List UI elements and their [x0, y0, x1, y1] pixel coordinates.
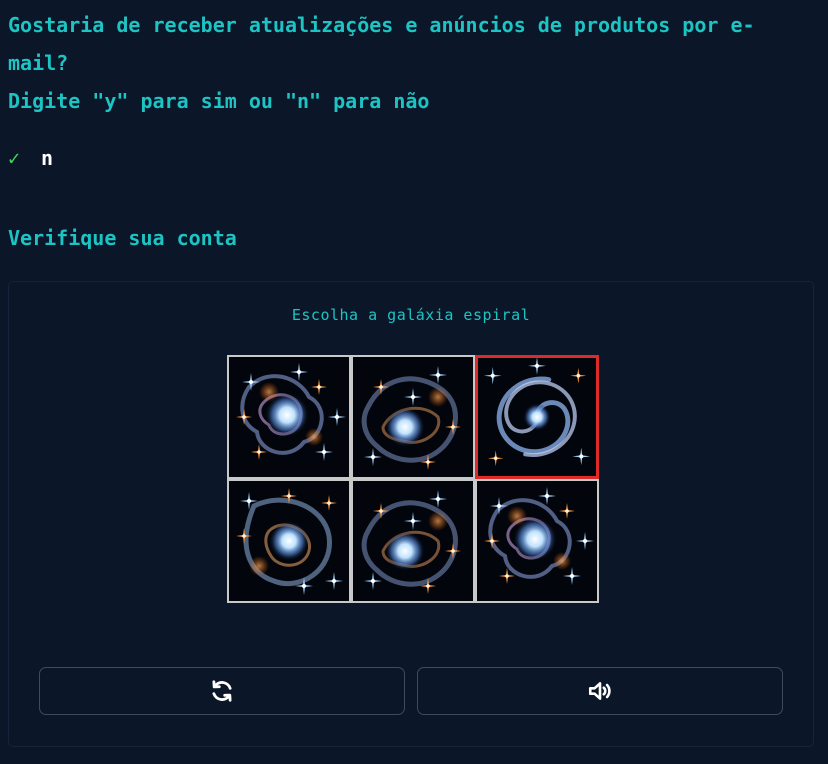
captcha-tile-5[interactable]: [351, 479, 475, 603]
captcha-tile-1[interactable]: [227, 355, 351, 479]
prompt-line-1: Gostaria de receber atualizações e anúnc…: [8, 13, 755, 37]
captcha-tile-4[interactable]: [227, 479, 351, 603]
answer-row: ✓ n: [8, 143, 53, 173]
audio-captcha-button[interactable]: [417, 667, 783, 715]
irregular-galaxy-image: [229, 481, 349, 601]
captcha-tile-3[interactable]: [475, 355, 599, 479]
spiral-galaxy-image: [478, 358, 596, 476]
captcha-instruction: Escolha a galáxia espiral: [291, 306, 531, 324]
irregular-galaxy-image: [353, 481, 473, 601]
refresh-captcha-button[interactable]: [39, 667, 405, 715]
question-prompt: Gostaria de receber atualizações e anúnc…: [8, 6, 822, 120]
captcha-tile-6[interactable]: [475, 479, 599, 603]
captcha-image-grid: [227, 355, 599, 603]
prompt-line-2: mail?: [8, 51, 69, 75]
checkmark-icon: ✓: [8, 146, 21, 170]
irregular-galaxy-image: [353, 357, 473, 477]
irregular-galaxy-image: [229, 357, 349, 477]
irregular-galaxy-image: [477, 481, 597, 601]
prompt-line-3: Digite "y" para sim ou "n" para não: [8, 89, 430, 113]
verify-account-title: Verifique sua conta: [8, 226, 237, 250]
refresh-icon: [212, 680, 232, 702]
answer-value: n: [41, 146, 54, 170]
speaker-icon: [588, 682, 611, 700]
captcha-panel: Escolha a galáxia espiral: [8, 281, 814, 747]
captcha-tile-2[interactable]: [351, 355, 475, 479]
